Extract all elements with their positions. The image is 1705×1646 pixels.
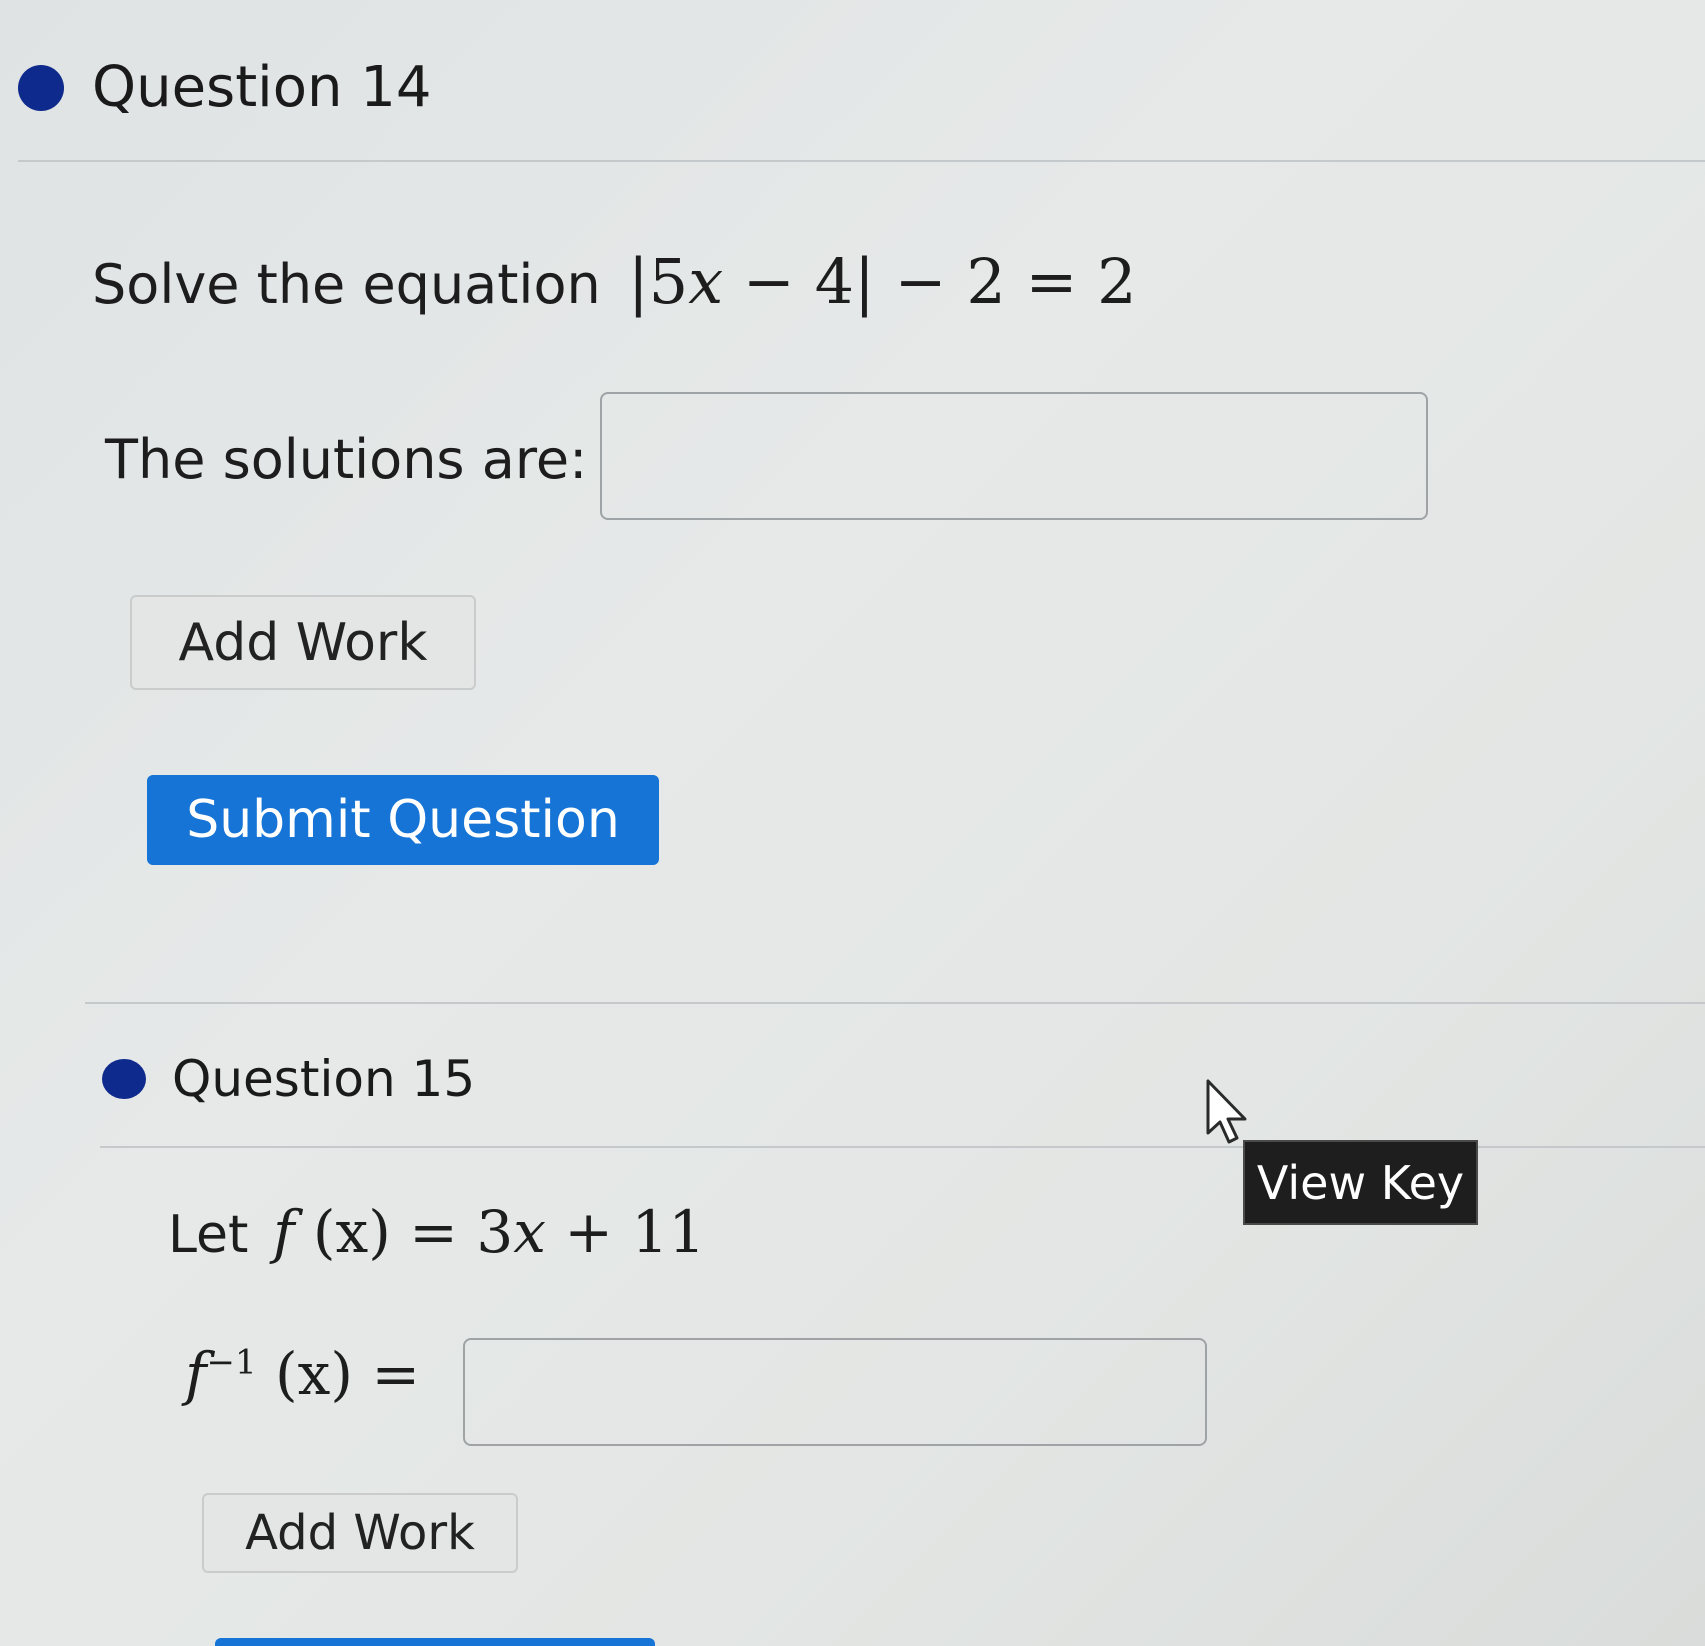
eq-minus-1: − bbox=[742, 245, 795, 318]
eq-rhs: 2 bbox=[1097, 245, 1137, 318]
equation: |5x − 4| − 2 = 2 bbox=[628, 245, 1137, 318]
fn-plus: + bbox=[564, 1198, 613, 1266]
eq-coef: 5 bbox=[648, 245, 689, 318]
question-14-header: Question 14 bbox=[18, 55, 432, 120]
eq-minus-2: − bbox=[894, 245, 947, 318]
eq-var: x bbox=[688, 245, 724, 318]
prompt-prefix: Solve the equation bbox=[92, 253, 601, 316]
inv-arg: (x) bbox=[275, 1340, 353, 1408]
fn-arg: (x) bbox=[312, 1198, 391, 1266]
question-15-prompt: Let f (x) = 3x + 11 bbox=[168, 1198, 705, 1266]
eq-equals: = bbox=[1025, 245, 1078, 318]
let-prefix: Let bbox=[168, 1205, 249, 1265]
eq-two: 2 bbox=[966, 245, 1006, 318]
view-key-label: View Key bbox=[1256, 1155, 1465, 1210]
fn-var: x bbox=[513, 1198, 546, 1266]
eq-four: 4 bbox=[814, 245, 855, 318]
view-key-button[interactable]: View Key bbox=[1243, 1140, 1478, 1225]
submit-question-label: Submit Question bbox=[186, 790, 620, 850]
mouse-cursor-icon bbox=[1206, 1079, 1247, 1144]
question-14-title: Question 14 bbox=[92, 55, 432, 120]
section-divider bbox=[85, 1002, 1705, 1004]
inverse-input[interactable] bbox=[463, 1338, 1207, 1446]
abs-close-bar: | bbox=[854, 245, 875, 318]
inv-equals: = bbox=[371, 1340, 421, 1408]
question-14-prompt: Solve the equation |5x − 4| − 2 = 2 bbox=[92, 245, 1137, 318]
solutions-input[interactable] bbox=[600, 392, 1428, 520]
submit-question-button-partial[interactable] bbox=[215, 1638, 655, 1646]
submit-question-button[interactable]: Submit Question bbox=[147, 775, 659, 865]
fn-const: 11 bbox=[631, 1198, 706, 1266]
function-definition: f (x) = 3x + 11 bbox=[273, 1198, 705, 1266]
question-status-dot-icon bbox=[102, 1059, 146, 1099]
add-work-label: Add Work bbox=[178, 612, 428, 673]
inv-sup: −1 bbox=[206, 1342, 257, 1383]
fn-coef: 3 bbox=[476, 1198, 514, 1266]
add-work-button-q15[interactable]: Add Work bbox=[202, 1493, 518, 1573]
inv-f: f bbox=[185, 1340, 207, 1408]
solutions-label: The solutions are: bbox=[105, 428, 588, 491]
fn-f: f bbox=[272, 1198, 295, 1266]
add-work-button-q14[interactable]: Add Work bbox=[130, 595, 476, 690]
add-work-label: Add Work bbox=[245, 1505, 475, 1561]
inverse-label: f−1 (x) = bbox=[185, 1340, 420, 1408]
question-14-divider bbox=[18, 160, 1705, 162]
fn-equals: = bbox=[409, 1198, 458, 1266]
question-status-dot-icon bbox=[18, 64, 64, 111]
question-15-title: Question 15 bbox=[172, 1050, 476, 1108]
question-15-header: Question 15 bbox=[102, 1050, 475, 1108]
abs-open-bar: | bbox=[627, 245, 649, 318]
